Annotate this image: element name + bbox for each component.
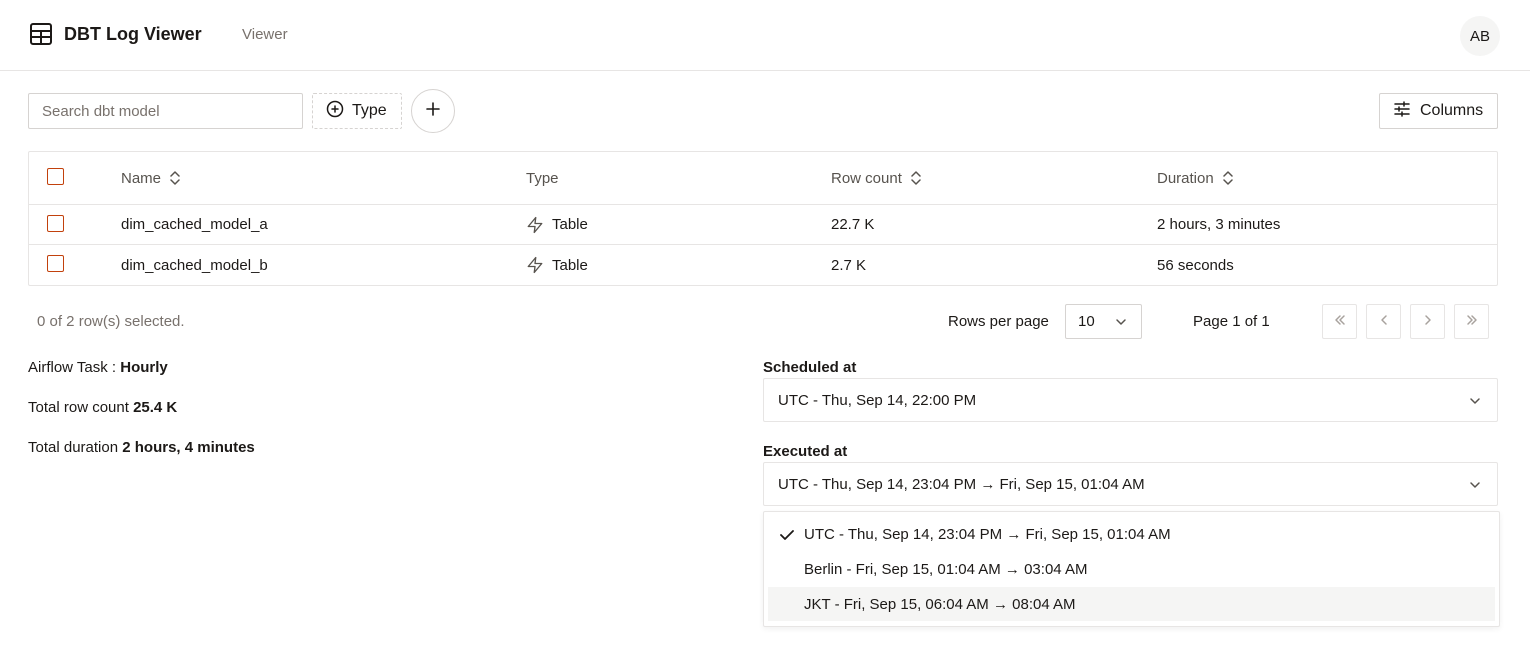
next-page-button[interactable]	[1410, 304, 1445, 339]
previous-page-button[interactable]	[1366, 304, 1401, 339]
executed-at-dropdown: UTC - Thu, Sep 14, 23:04 PM → Fri, Sep 1…	[763, 511, 1500, 627]
columns-button[interactable]: Columns	[1379, 93, 1498, 129]
table-grid-icon	[29, 22, 53, 46]
select-all-cell	[47, 152, 64, 204]
chevron-right-icon	[1421, 313, 1435, 331]
avatar[interactable]: AB	[1460, 16, 1500, 56]
column-header-type: Type	[526, 152, 559, 204]
cell-duration: 56 seconds	[1157, 256, 1234, 274]
chevron-down-icon	[1114, 315, 1128, 333]
first-page-button[interactable]	[1322, 304, 1357, 339]
dropdown-option-label: JKT - Fri, Sep 15, 06:04 AM → 08:04 AM	[804, 596, 1076, 613]
column-header-duration[interactable]: Duration	[1157, 152, 1234, 204]
table-row[interactable]: dim_cached_model_a Table 22.7 K 2 hours,…	[29, 205, 1497, 245]
table-header-row: Name Type Row count Duration	[29, 152, 1497, 205]
airflow-task-value: Hourly	[120, 359, 168, 376]
row-checkbox[interactable]	[47, 255, 64, 272]
column-header-name-label: Name	[121, 169, 162, 187]
search-input[interactable]	[28, 93, 303, 129]
total-duration-summary: Total duration 2 hours, 4 minutes	[28, 439, 255, 456]
zap-icon	[526, 216, 544, 234]
cell-row-count: 22.7 K	[831, 216, 875, 233]
sort-icon[interactable]	[1222, 171, 1234, 185]
chevrons-right-icon	[1465, 313, 1479, 331]
cell-type: Table	[526, 245, 588, 285]
executed-at-label: Executed at	[763, 443, 848, 460]
select-all-checkbox[interactable]	[47, 168, 64, 185]
rows-per-page-value: 10	[1078, 313, 1095, 330]
nav-item-viewer[interactable]: Viewer	[242, 26, 288, 43]
cell-name: dim_cached_model_b	[121, 256, 268, 274]
columns-label: Columns	[1420, 102, 1484, 119]
column-header-duration-label: Duration	[1157, 169, 1214, 187]
type-filter-button[interactable]: Type	[312, 93, 402, 129]
executed-at-select[interactable]: UTC - Thu, Sep 14, 23:04 PM → Fri, Sep 1…	[763, 462, 1498, 506]
add-filter-button[interactable]	[411, 89, 455, 133]
cell-type: Table	[526, 205, 588, 244]
page-info: Page 1 of 1	[1193, 313, 1270, 330]
plus-icon	[426, 102, 440, 120]
cell-duration: 2 hours, 3 minutes	[1157, 216, 1281, 233]
column-header-type-label: Type	[526, 169, 559, 187]
dropdown-option[interactable]: UTC - Thu, Sep 14, 23:04 PM → Fri, Sep 1…	[768, 517, 1495, 551]
column-header-name[interactable]: Name	[121, 152, 181, 204]
selection-status: 0 of 2 row(s) selected.	[37, 313, 185, 330]
chevron-down-icon	[1468, 478, 1482, 496]
models-table: Name Type Row count Duration dim_cached_…	[28, 151, 1498, 286]
type-filter-label: Type	[352, 102, 387, 119]
sort-icon[interactable]	[169, 171, 181, 185]
scheduled-at-value: UTC - Thu, Sep 14, 22:00 PM	[778, 391, 977, 409]
airflow-task-summary: Airflow Task : Hourly	[28, 359, 168, 376]
total-duration-label: Total duration	[28, 439, 119, 456]
table-row[interactable]: dim_cached_model_b Table 2.7 K 56 second…	[29, 245, 1497, 285]
scheduled-at-select[interactable]: UTC - Thu, Sep 14, 22:00 PM	[763, 378, 1498, 422]
last-page-button[interactable]	[1454, 304, 1489, 339]
total-row-count-value: 25.4 K	[133, 399, 178, 416]
cell-row-count: 2.7 K	[831, 256, 867, 274]
dropdown-option-label: Berlin - Fri, Sep 15, 01:04 AM → 03:04 A…	[804, 561, 1088, 578]
zap-icon	[526, 256, 544, 274]
total-duration-value: 2 hours, 4 minutes	[122, 439, 255, 456]
sliders-icon	[1394, 101, 1410, 121]
dropdown-option-label: UTC - Thu, Sep 14, 23:04 PM → Fri, Sep 1…	[804, 526, 1171, 543]
plus-circle-icon	[326, 100, 344, 122]
row-select-cell	[47, 205, 64, 244]
scheduled-at-label: Scheduled at	[763, 359, 857, 376]
app-header: DBT Log Viewer Viewer AB	[0, 0, 1530, 71]
brand[interactable]: DBT Log Viewer	[29, 22, 202, 46]
total-row-count-summary: Total row count 25.4 K	[28, 399, 177, 416]
chevrons-left-icon	[1333, 313, 1347, 331]
app-title: DBT Log Viewer	[64, 23, 202, 44]
row-checkbox[interactable]	[47, 215, 64, 232]
chevron-down-icon	[1468, 394, 1482, 412]
rows-per-page-label: Rows per page	[948, 313, 1049, 330]
check-icon	[780, 528, 794, 545]
column-header-row-count[interactable]: Row count	[831, 152, 922, 204]
total-row-count-label: Total row count	[28, 399, 129, 416]
executed-at-value: UTC - Thu, Sep 14, 23:04 PM → Fri, Sep 1…	[778, 475, 1145, 493]
rows-per-page-select[interactable]: 10	[1065, 304, 1142, 339]
cell-name: dim_cached_model_a	[121, 216, 268, 233]
column-header-row-count-label: Row count	[831, 169, 902, 187]
chevron-left-icon	[1377, 313, 1391, 331]
dropdown-option[interactable]: Berlin - Fri, Sep 15, 01:04 AM → 03:04 A…	[768, 552, 1495, 586]
cell-type-label: Table	[552, 256, 588, 274]
sort-icon[interactable]	[910, 171, 922, 185]
airflow-task-label: Airflow Task :	[28, 359, 117, 376]
row-select-cell	[47, 245, 64, 285]
cell-type-label: Table	[552, 216, 588, 233]
dropdown-option[interactable]: JKT - Fri, Sep 15, 06:04 AM → 08:04 AM	[768, 587, 1495, 621]
